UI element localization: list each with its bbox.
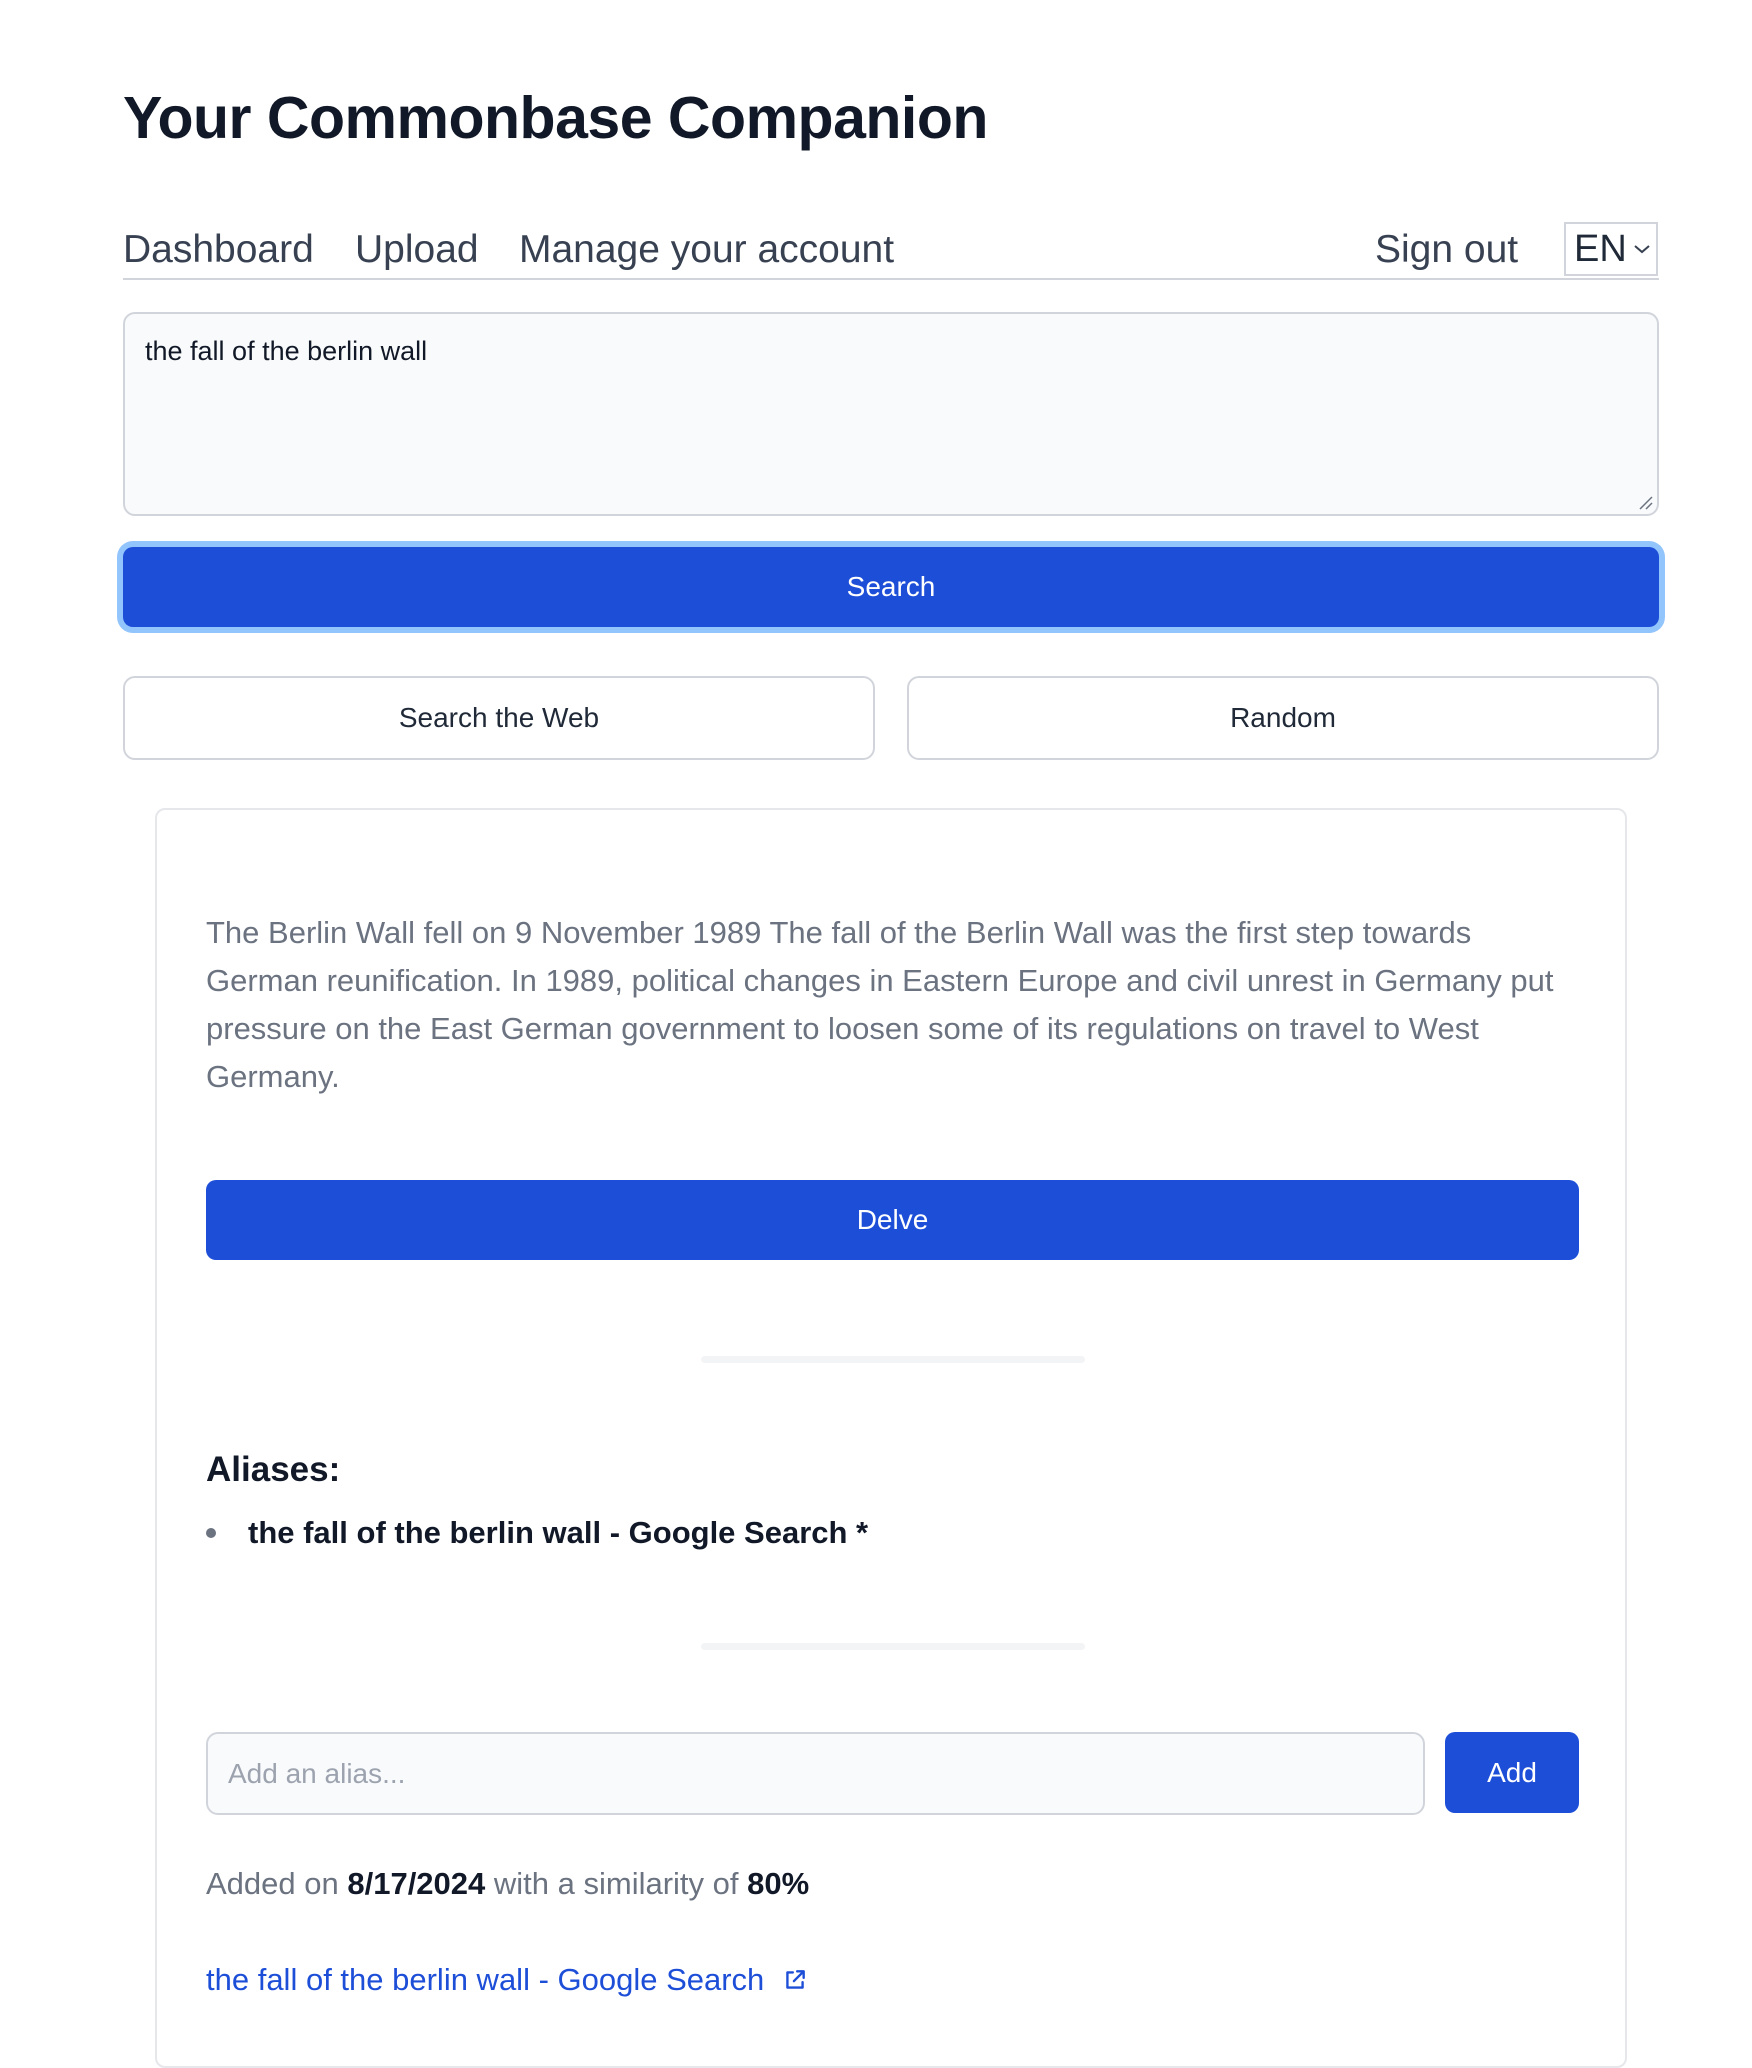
language-code: EN xyxy=(1574,227,1627,270)
alias-item: the fall of the berlin wall - Google Sea… xyxy=(206,1515,868,1551)
page: Your Commonbase Companion Dashboard Uplo… xyxy=(0,0,1752,2068)
divider xyxy=(701,1643,1085,1650)
nav-account-link[interactable]: Manage your account xyxy=(519,228,894,272)
resize-grip-icon[interactable] xyxy=(1637,494,1653,510)
language-select[interactable]: EN xyxy=(1564,222,1658,276)
search-web-button[interactable]: Search the Web xyxy=(123,676,875,760)
added-date: 8/17/2024 xyxy=(347,1866,486,1901)
added-meta: Added on 8/17/2024 with a similarity of … xyxy=(206,1866,809,1902)
similarity-value: 80% xyxy=(747,1866,810,1901)
search-button[interactable]: Search xyxy=(123,547,1659,627)
chevron-down-icon xyxy=(1634,245,1650,254)
source-link-text: the fall of the berlin wall - Google Sea… xyxy=(206,1962,765,1997)
similarity-prefix: with a similarity of xyxy=(493,1866,739,1901)
source-link[interactable]: the fall of the berlin wall - Google Sea… xyxy=(206,1962,808,1998)
bullet xyxy=(206,1528,216,1538)
nav-dashboard-link[interactable]: Dashboard xyxy=(123,228,314,272)
added-prefix: Added on xyxy=(206,1866,339,1901)
query-textarea[interactable]: the fall of the berlin wall xyxy=(123,312,1659,516)
delve-button[interactable]: Delve xyxy=(206,1180,1579,1260)
add-alias-button[interactable]: Add xyxy=(1445,1732,1579,1813)
result-card: The Berlin Wall fell on 9 November 1989 … xyxy=(155,808,1627,2068)
page-title: Your Commonbase Companion xyxy=(123,85,988,151)
query-text: the fall of the berlin wall xyxy=(145,336,428,366)
top-nav: Dashboard Upload Manage your account Sig… xyxy=(123,222,1659,280)
divider xyxy=(701,1356,1085,1363)
result-excerpt: The Berlin Wall fell on 9 November 1989 … xyxy=(206,915,1554,1094)
sign-out-link[interactable]: Sign out xyxy=(1375,228,1518,272)
nav-upload-link[interactable]: Upload xyxy=(355,228,479,272)
aliases-heading: Aliases: xyxy=(206,1450,341,1489)
external-link-icon xyxy=(786,1970,806,1989)
alias-label: the fall of the berlin wall - Google Sea… xyxy=(248,1515,869,1550)
random-button[interactable]: Random xyxy=(907,676,1659,760)
alias-list: the fall of the berlin wall - Google Sea… xyxy=(206,1515,868,1551)
alias-input[interactable] xyxy=(206,1732,1425,1815)
